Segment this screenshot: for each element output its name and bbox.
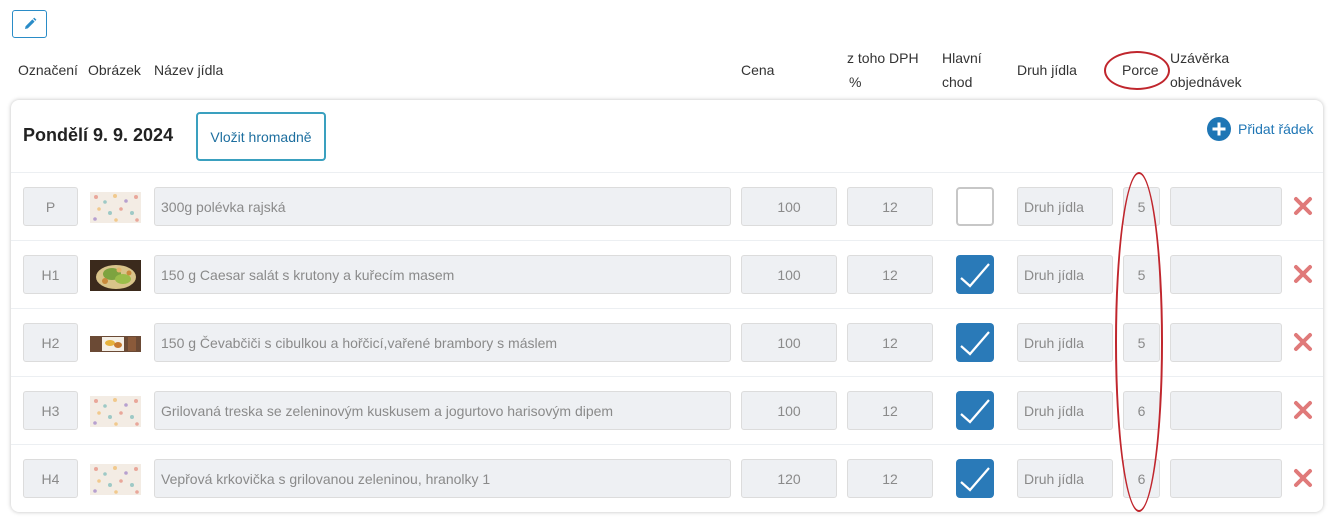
annotation-oval-porce-column	[1115, 172, 1163, 512]
main-course-checkbox[interactable]	[956, 323, 994, 362]
edit-button[interactable]	[12, 10, 47, 38]
header-dph-line2: %	[849, 74, 862, 90]
pencil-icon	[24, 17, 36, 29]
header-obrazek: Obrázek	[88, 62, 141, 78]
vat-input[interactable]: 12	[847, 391, 933, 430]
vat-input[interactable]: 12	[847, 323, 933, 362]
dish-type-select[interactable]: Druh jídla	[1017, 187, 1113, 226]
dish-type-select[interactable]: Druh jídla	[1017, 391, 1113, 430]
food-image-placeholder[interactable]	[90, 464, 141, 495]
food-image-cevapcici[interactable]	[90, 328, 141, 359]
header-uzaverka-line1: Uzávěrka	[1170, 50, 1230, 66]
delete-icon[interactable]	[1292, 331, 1314, 353]
price-input[interactable]: 100	[741, 187, 837, 226]
add-row-label: Přidat řádek	[1238, 121, 1314, 137]
delete-icon[interactable]	[1292, 399, 1314, 421]
price-input[interactable]: 120	[741, 459, 837, 498]
dish-name-input[interactable]: 300g polévka rajská	[154, 187, 731, 226]
price-input[interactable]: 100	[741, 391, 837, 430]
header-druh: Druh jídla	[1017, 62, 1077, 78]
code-input[interactable]: H4	[23, 459, 78, 498]
header-dph-line1: z toho DPH	[847, 50, 919, 66]
dish-name-input[interactable]: 150 g Caesar salát s krutony a kuřecím m…	[154, 255, 731, 294]
vat-input[interactable]: 12	[847, 459, 933, 498]
code-input[interactable]: H1	[23, 255, 78, 294]
header-uzaverka-line2: objednávek	[1170, 74, 1242, 90]
price-input[interactable]: 100	[741, 255, 837, 294]
dish-type-select[interactable]: Druh jídla	[1017, 255, 1113, 294]
main-course-checkbox[interactable]	[956, 187, 994, 226]
header-oznaceni: Označení	[18, 62, 78, 78]
dish-name-input[interactable]: 150 g Čevabčiči s cibulkou a hořčicí,vař…	[154, 323, 731, 362]
checkmark-icon	[960, 331, 990, 356]
vat-input[interactable]: 12	[847, 255, 933, 294]
annotation-oval-porce-header	[1104, 51, 1170, 90]
dish-name-input[interactable]: Grilovaná treska se zeleninovým kuskusem…	[154, 391, 731, 430]
price-input[interactable]: 100	[741, 323, 837, 362]
food-image-placeholder[interactable]	[90, 192, 141, 223]
code-input[interactable]: H3	[23, 391, 78, 430]
header-hlavni-line1: Hlavní	[942, 50, 982, 66]
delete-icon[interactable]	[1292, 195, 1314, 217]
bulk-insert-button[interactable]: Vložit hromadně	[196, 112, 326, 161]
food-image-placeholder[interactable]	[90, 396, 141, 427]
checkmark-icon	[960, 399, 990, 424]
order-deadline-input[interactable]	[1170, 391, 1282, 430]
code-input[interactable]: H2	[23, 323, 78, 362]
checkmark-icon	[960, 467, 990, 492]
main-course-checkbox[interactable]	[956, 255, 994, 294]
delete-icon[interactable]	[1292, 467, 1314, 489]
dish-type-select[interactable]: Druh jídla	[1017, 323, 1113, 362]
header-hlavni-line2: chod	[942, 74, 973, 90]
vat-input[interactable]: 12	[847, 187, 933, 226]
header-cena: Cena	[741, 62, 775, 78]
day-title: Pondělí 9. 9. 2024	[23, 125, 174, 145]
header-nazev: Název jídla	[154, 62, 224, 78]
delete-icon[interactable]	[1292, 263, 1314, 285]
order-deadline-input[interactable]	[1170, 255, 1282, 294]
dish-type-select[interactable]: Druh jídla	[1017, 459, 1113, 498]
dish-name-input[interactable]: Vepřová krkovička s grilovanou zeleninou…	[154, 459, 731, 498]
plus-circle-icon	[1207, 117, 1231, 141]
food-image-salad[interactable]	[90, 260, 141, 291]
code-input[interactable]: P	[23, 187, 78, 226]
order-deadline-input[interactable]	[1170, 187, 1282, 226]
add-row-button[interactable]: Přidat řádek	[1207, 117, 1313, 141]
order-deadline-input[interactable]	[1170, 459, 1282, 498]
order-deadline-input[interactable]	[1170, 323, 1282, 362]
main-course-checkbox[interactable]	[956, 459, 994, 498]
main-course-checkbox[interactable]	[956, 391, 994, 430]
checkmark-icon	[960, 263, 990, 288]
